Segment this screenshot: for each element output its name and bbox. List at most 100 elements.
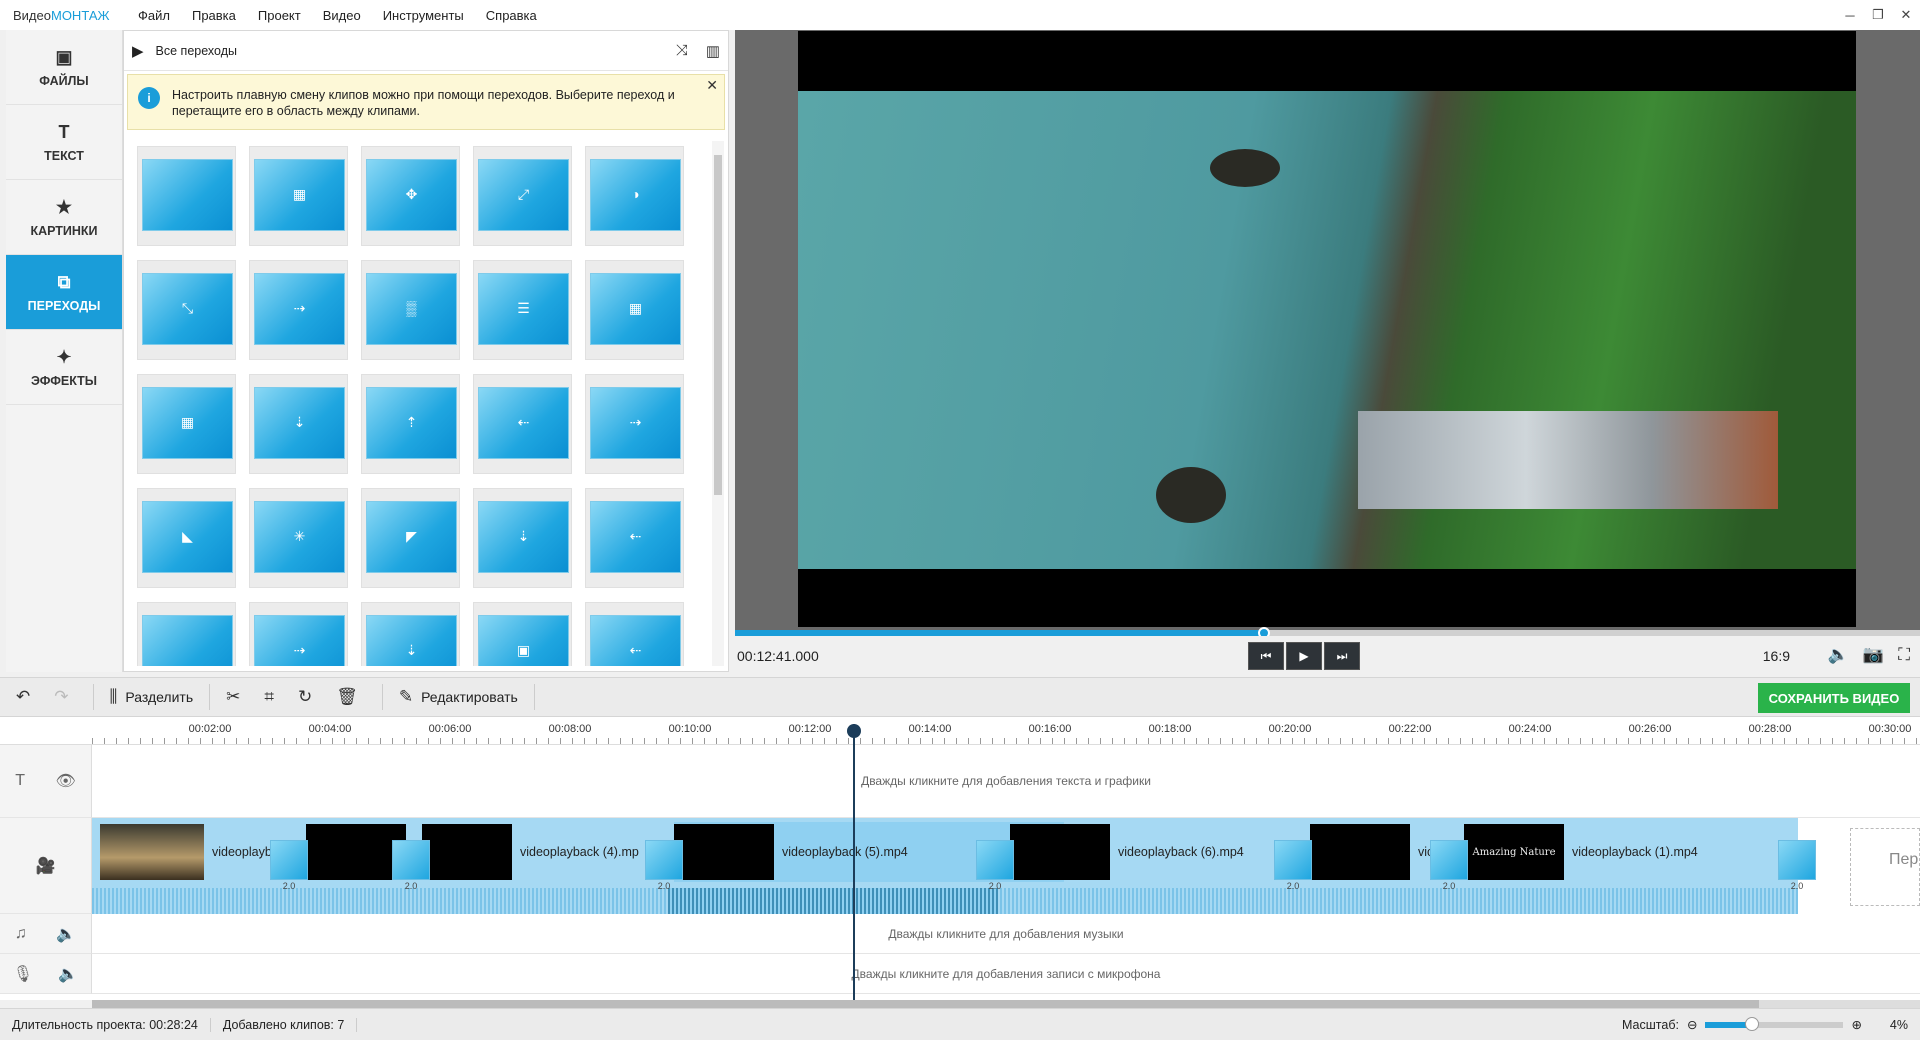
ruler-tick: 00:10:00 (668, 723, 712, 735)
volume-icon[interactable]: 🔈 (1828, 645, 1849, 665)
transition-tile[interactable]: ⇠ (585, 488, 684, 588)
transition-thumbnail (142, 159, 233, 231)
fullscreen-icon[interactable]: ⛶ (1898, 645, 1910, 665)
transition-tile[interactable]: ⇣ (473, 488, 572, 588)
menu-help[interactable]: Справка (486, 8, 537, 23)
filmstrip-icon[interactable]: ▥ (706, 42, 720, 60)
minimize-icon[interactable]: ─ (1836, 0, 1864, 30)
zoom-out-icon[interactable]: ⊖ (1687, 1017, 1697, 1032)
shuffle-icon[interactable]: ⤨ (676, 42, 688, 60)
transition-tile[interactable]: ✥ (361, 146, 460, 246)
transition-tile[interactable]: ▦ (585, 260, 684, 360)
sidebar-item-effects[interactable]: ✦ ЭФФЕКТЫ (6, 330, 122, 405)
timeline-clip[interactable]: Amazing Nature videoplayback (1).mp4 (1464, 822, 1884, 882)
aspect-ratio[interactable]: 16:9 (1763, 648, 1790, 664)
prev-frame-button[interactable]: ⏮ (1248, 642, 1284, 670)
transition-tile[interactable]: ⤢ (473, 146, 572, 246)
clip-transition[interactable]: 2.0 (1274, 840, 1312, 891)
playhead[interactable] (847, 724, 861, 1000)
timeline-ruler[interactable]: 00:02:00 00:04:00 00:06:00 00:08:00 00:10:00… (92, 717, 1920, 745)
transition-tile[interactable]: ⇢ (585, 374, 684, 474)
close-info-icon[interactable]: ✕ (706, 77, 718, 94)
transition-thumbnail: ⇠ (478, 387, 569, 459)
clip-transition[interactable]: 2.0 (1430, 840, 1468, 891)
ruler-tick: 00:14:00 (908, 723, 952, 735)
rotate-icon[interactable]: ↻ (298, 687, 320, 707)
speaker-icon[interactable]: 🔈 (58, 964, 78, 984)
clip-thumbnail (674, 824, 774, 880)
transition-tile[interactable]: ⇢ (249, 602, 348, 666)
sidebar-item-transitions[interactable]: ⧉ ПЕРЕХОДЫ (6, 255, 122, 330)
transition-duration: 2.0 (988, 881, 1002, 891)
transition-tile[interactable] (137, 146, 236, 246)
status-bar: Длительность проекта: 00:28:24 Добавлено… (0, 1008, 1920, 1040)
split-button[interactable]: ⫼ Разделить (110, 687, 194, 707)
panel-scrollbar[interactable] (712, 141, 724, 666)
transition-tile[interactable]: ⇣ (249, 374, 348, 474)
transitions-panel: ▶ Все переходы ⤨ ▥ i Настроить плавную с… (123, 30, 729, 672)
menu-tools[interactable]: Инструменты (383, 8, 464, 23)
transition-tile[interactable]: ◑ (585, 146, 684, 246)
transitions-icon: ⧉ (57, 271, 71, 292)
menu-project[interactable]: Проект (258, 8, 301, 23)
edit-button[interactable]: ✎ Редактировать (399, 687, 518, 707)
transition-tile[interactable]: ◤ (361, 488, 460, 588)
transition-tile[interactable]: ⇡ (361, 374, 460, 474)
menu-edit[interactable]: Правка (192, 8, 236, 23)
next-frame-button[interactable]: ⏭ (1324, 642, 1360, 670)
timeline-clip[interactable] (306, 822, 406, 882)
transition-thumbnail: ▦ (590, 273, 681, 345)
camera-icon[interactable]: 📷 (1863, 645, 1884, 665)
sidebar-item-files[interactable]: ▣ ФАЙЛЫ (6, 30, 122, 105)
eye-icon[interactable]: 👁 (55, 771, 75, 791)
transition-tile[interactable]: ▣ (473, 602, 572, 666)
clip-transition[interactable]: 2.0 (270, 840, 308, 891)
clip-transition[interactable]: 2.0 (1778, 840, 1816, 891)
zoom-in-icon[interactable]: ⊕ (1851, 1017, 1861, 1032)
timeline-clip[interactable]: videoplayback (6).mp4 (1010, 822, 1310, 882)
transition-tile[interactable]: ✳ (249, 488, 348, 588)
maximize-icon[interactable]: ❐ (1864, 0, 1892, 30)
text-track[interactable]: Дважды кликните для добавления текста и … (92, 745, 1920, 818)
transition-thumbnail: ⇢ (590, 387, 681, 459)
mic-track[interactable]: Дважды кликните для добавления записи с … (92, 954, 1920, 994)
music-note-icon: ♫ (14, 924, 27, 942)
transition-tile[interactable]: ⇢ (249, 260, 348, 360)
transition-tile[interactable]: ▦ (249, 146, 348, 246)
play-button[interactable]: ▶ (1286, 642, 1322, 670)
menu-file[interactable]: Файл (138, 8, 170, 23)
clip-transition[interactable]: 2.0 (976, 840, 1014, 891)
clip-transition[interactable]: 2.0 (392, 840, 430, 891)
sidebar-item-text[interactable]: T ТЕКСТ (6, 105, 122, 180)
transition-tile[interactable]: ⇠ (585, 602, 684, 666)
clip-thumbnail (1310, 824, 1410, 880)
drop-zone[interactable]: Пер (1850, 828, 1920, 906)
speaker-icon[interactable]: 🔈 (56, 924, 76, 944)
music-track[interactable]: Дважды кликните для добавления музыки (92, 914, 1920, 954)
menu-video[interactable]: Видео (323, 8, 361, 23)
transition-tile[interactable]: ⇠ (473, 374, 572, 474)
transition-tile[interactable]: ▦ (137, 374, 236, 474)
transition-tile[interactable]: ▒ (361, 260, 460, 360)
zoom-slider[interactable] (1705, 1016, 1844, 1031)
video-preview (798, 31, 1856, 627)
crop-icon[interactable]: ⌗ (264, 687, 282, 707)
timeline-clip[interactable]: videoplayback (4).mp (422, 822, 672, 882)
save-video-button[interactable]: СОХРАНИТЬ ВИДЕО (1758, 683, 1910, 713)
timeline-scrollbar[interactable] (92, 1000, 1920, 1008)
scissors-icon[interactable]: ✂ (226, 687, 248, 707)
current-time: 00:12:41.000 (737, 648, 819, 664)
transition-tile[interactable]: ⤡ (137, 260, 236, 360)
undo-icon[interactable]: ↶ (16, 687, 38, 707)
clip-thumbnail (1010, 824, 1110, 880)
close-icon[interactable]: ✕ (1892, 0, 1920, 30)
redo-icon[interactable]: ↷ (54, 687, 76, 707)
transition-tile[interactable]: ⇣ (361, 602, 460, 666)
transition-tile[interactable] (137, 602, 236, 666)
clip-transition[interactable]: 2.0 (645, 840, 683, 891)
transition-tile[interactable]: ◣ (137, 488, 236, 588)
sidebar-item-pictures[interactable]: ★ КАРТИНКИ (6, 180, 122, 255)
transition-tile[interactable]: ☰ (473, 260, 572, 360)
trash-icon[interactable]: 🗑 (336, 687, 366, 707)
transition-thumbnail: ⇢ (254, 273, 345, 345)
